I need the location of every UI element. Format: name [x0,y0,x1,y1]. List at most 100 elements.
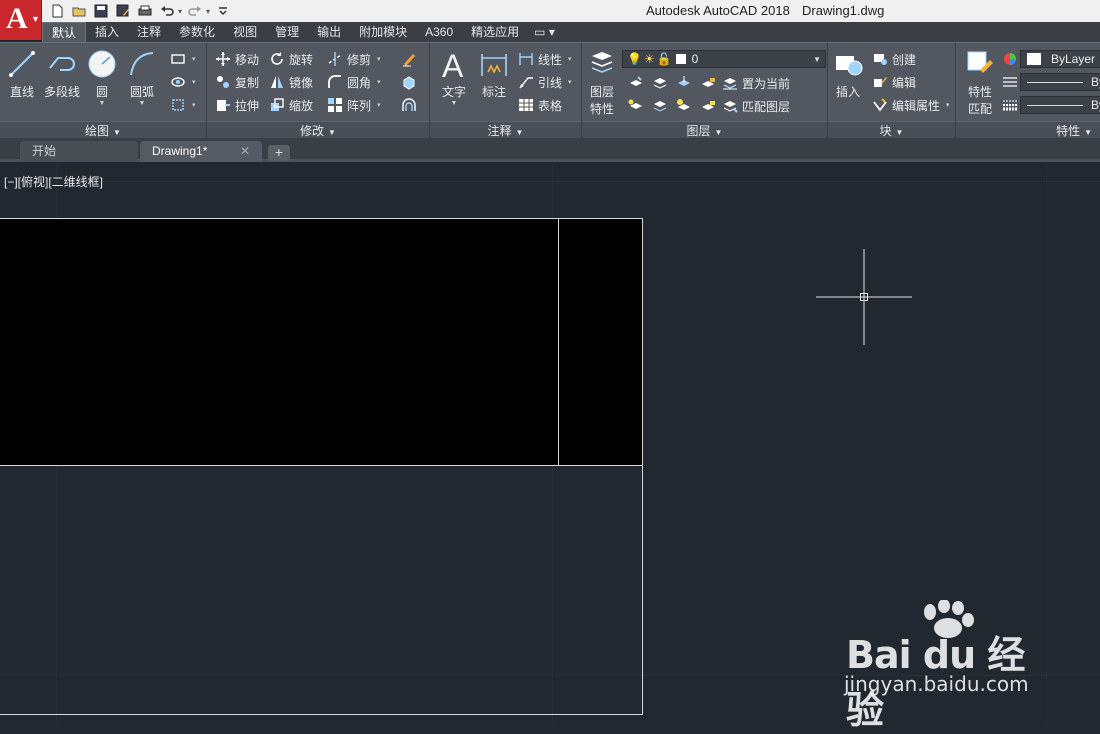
color-wheel-button[interactable] [1002,49,1018,69]
tab-start[interactable]: 开始 [20,141,138,162]
trim-icon [327,51,343,67]
undo-icon[interactable] [158,3,176,19]
linear-button[interactable]: 线性 ▾ [518,49,572,69]
layer-unlock-button[interactable] [700,96,716,116]
tab-annotate[interactable]: 注释 [128,22,170,42]
explode-button[interactable] [401,72,417,92]
layer-thaw-button[interactable] [676,96,692,116]
panel-annotation-title[interactable]: 注释 ▼ [430,121,581,139]
layer-properties-button[interactable]: 图层 特性 [582,47,622,117]
text-button[interactable]: A 文字 ▼ [434,47,474,108]
drawn-rectangle-outline[interactable] [0,465,643,715]
dimension-button[interactable]: 标注 [474,47,514,100]
new-tab-button[interactable]: + [268,145,290,161]
hatch-tool[interactable]: ▾ [170,72,196,92]
tab-output[interactable]: 输出 [308,22,350,42]
lineweight-icon-button[interactable] [1002,95,1018,115]
arc-button[interactable]: 圆弧 ▼ [122,47,162,108]
chevron-down-icon[interactable]: ▼ [82,100,122,108]
panel-layers: 图层 特性 💡 ☀ 🔓 0 ▼ 置为当前 匹配图层 图层 ▼ [582,43,828,139]
tab-drawing1[interactable]: Drawing1* ✕ [140,141,262,162]
array-button[interactable]: 阵列 ▾ [327,95,381,115]
layer-freeze-button[interactable] [676,73,692,93]
move-button[interactable]: 移动 [215,49,259,69]
linetype-icon-button[interactable] [1002,72,1018,92]
layer-isolate-button[interactable] [652,73,668,93]
viewport-controls[interactable]: [−][俯视][二维线框] [4,173,103,190]
rotate-button[interactable]: 旋转 [269,49,313,69]
layer-on-button[interactable] [628,96,644,116]
mirror-button[interactable]: 镜像 [269,72,313,92]
boundary-tool[interactable]: ▾ [170,95,196,115]
trim-button[interactable]: 修剪 ▾ [327,49,381,69]
polyline-button[interactable]: 多段线 [42,47,82,100]
tab-parametric[interactable]: 参数化 [170,22,224,42]
save-icon[interactable] [92,3,110,19]
panel-draw-title[interactable]: 绘图 ▼ [0,121,206,139]
chevron-down-icon[interactable]: ▾ [377,101,381,109]
redo-icon[interactable] [186,3,204,19]
layer-off-button[interactable] [628,73,644,93]
edit-attributes-button[interactable]: 编辑属性 ▾ [872,95,950,115]
stretch-button[interactable]: 拉伸 [215,95,259,115]
leader-button[interactable]: 引线 ▾ [518,72,572,92]
insert-block-button[interactable]: 插入 [828,47,868,100]
erase-button[interactable] [401,49,417,69]
panel-properties-title[interactable]: 特性 ▼ [956,121,1100,139]
fillet-button[interactable]: 圆角 ▾ [327,72,381,92]
scale-button[interactable]: 缩放 [269,95,313,115]
offset-button[interactable] [401,95,417,115]
chevron-down-icon[interactable]: ▾ [568,78,572,86]
layer-unisolate-button[interactable] [652,96,668,116]
chevron-down-icon[interactable]: ▾ [946,101,950,109]
copy-button[interactable]: 复制 [215,72,259,92]
application-menu-button[interactable]: A ▼ [0,0,42,40]
create-block-button[interactable]: 创建 [872,49,916,69]
app-title: Autodesk AutoCAD 2018 [646,3,790,18]
drawn-vertical-line[interactable] [558,218,559,466]
chevron-down-icon[interactable]: ▼ [122,100,162,108]
tab-default[interactable]: 默认 [42,22,87,42]
linetype-dropdown[interactable]: By [1020,73,1100,91]
tab-a360[interactable]: A360 [416,22,462,42]
layer-lock-icon [700,75,716,91]
panel-modify-title[interactable]: 修改 ▼ [207,121,429,139]
line-button[interactable]: 直线 [2,47,42,100]
close-icon[interactable]: ✕ [240,141,250,161]
ribbon-options-icon[interactable]: ▭ ▾ [528,22,561,42]
undo-dropdown-icon[interactable]: ▾ [178,7,182,16]
chevron-down-icon[interactable]: ▾ [377,55,381,63]
match-properties-button[interactable]: 特性 匹配 [960,47,1000,117]
edit-block-button[interactable]: 编辑 [872,72,916,92]
chevron-down-icon[interactable]: ▾ [192,55,196,63]
layer-dropdown[interactable]: 💡 ☀ 🔓 0 ▼ [622,50,826,68]
panel-block-title[interactable]: 块 ▼ [828,121,955,139]
chevron-down-icon[interactable]: ▾ [377,78,381,86]
chevron-down-icon[interactable]: ▾ [192,101,196,109]
rectangle-tool[interactable]: ▾ [170,49,196,69]
set-current-button[interactable]: 置为当前 [722,73,790,93]
save-as-icon[interactable] [114,3,132,19]
open-folder-icon[interactable] [70,3,88,19]
color-dropdown[interactable]: ByLayer [1020,50,1100,68]
match-layer-button[interactable]: 匹配图层 [722,96,790,116]
tab-featured-apps[interactable]: 精选应用 [462,22,528,42]
new-file-icon[interactable] [48,3,66,19]
tab-insert[interactable]: 插入 [86,22,128,42]
dimension-label: 标注 [481,85,506,99]
panel-layers-title[interactable]: 图层 ▼ [582,121,827,139]
redo-dropdown-icon[interactable]: ▾ [206,7,210,16]
tab-addins[interactable]: 附加模块 [350,22,416,42]
lineweight-dropdown[interactable]: By [1020,96,1100,114]
circle-button[interactable]: 圆 ▼ [82,47,122,108]
tab-manage[interactable]: 管理 [266,22,308,42]
tab-view[interactable]: 视图 [224,22,266,42]
print-icon[interactable] [136,3,154,19]
customize-toolbar-icon[interactable] [214,3,232,19]
chevron-down-icon[interactable]: ▾ [192,78,196,86]
layer-lock-button[interactable] [700,73,716,93]
chevron-down-icon[interactable]: ▾ [568,55,572,63]
drawn-rectangle-filled[interactable] [0,218,643,466]
table-button[interactable]: 表格 [518,95,562,115]
chevron-down-icon[interactable]: ▼ [434,100,474,108]
